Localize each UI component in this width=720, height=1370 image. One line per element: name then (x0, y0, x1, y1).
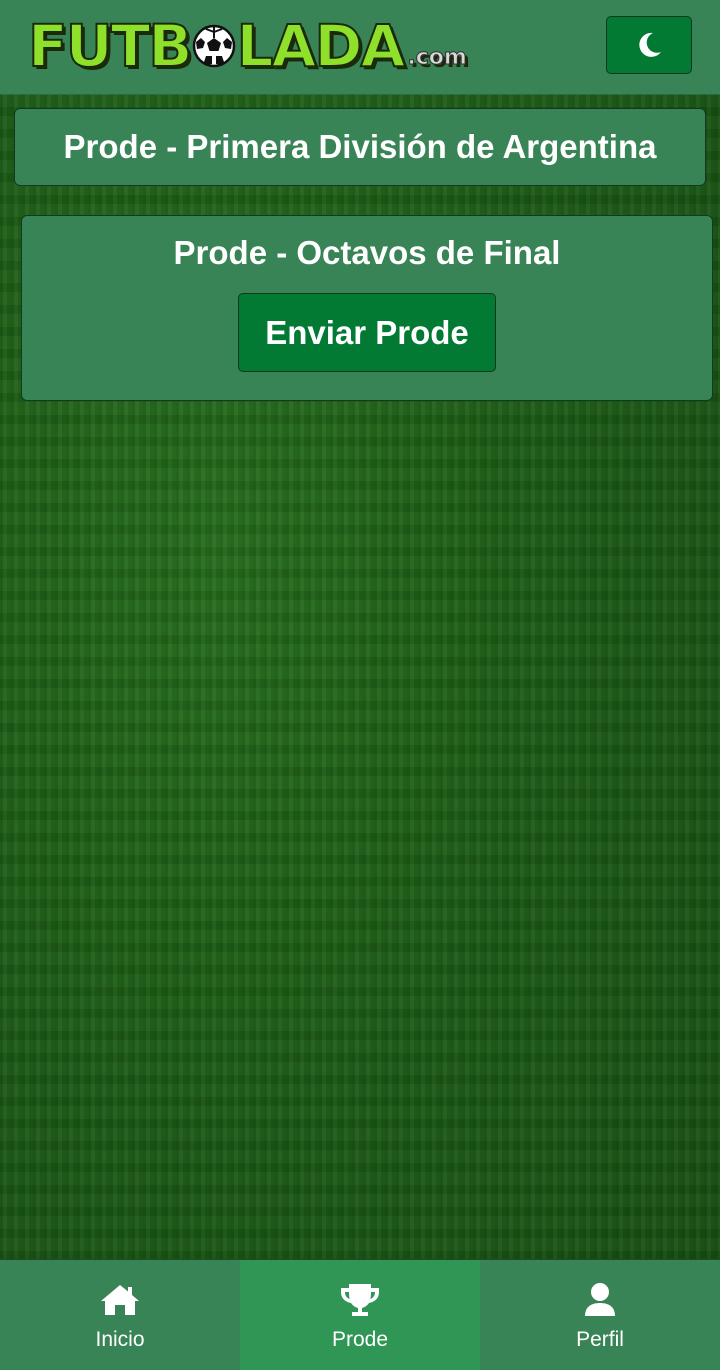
trophy-icon (341, 1284, 379, 1316)
user-icon (585, 1283, 615, 1316)
site-logo[interactable]: FUTB LADA .com (27, 8, 467, 84)
app-header: FUTB LADA .com (0, 0, 720, 95)
logo-text-right: LADA (236, 12, 407, 80)
nav-item-inicio[interactable]: Inicio (0, 1260, 240, 1370)
home-icon (101, 1285, 139, 1315)
round-title: Prode - Octavos de Final (173, 234, 561, 271)
nav-item-prode[interactable]: Prode (240, 1260, 480, 1370)
logo-wordmark: FUTB LADA .com (27, 12, 467, 80)
league-title-card: Prode - Primera División de Argentina (14, 108, 706, 186)
page-title: Prode - Primera División de Argentina (63, 128, 657, 165)
nav-label-prode: Prode (331, 1328, 389, 1351)
round-card: Prode - Octavos de Final Enviar Prode (21, 215, 713, 401)
bottom-navigation: Inicio Prode Perfil (0, 1259, 720, 1370)
soccer-ball-icon (192, 24, 235, 68)
nav-label-perfil: Perfil (576, 1328, 624, 1351)
nav-item-perfil[interactable]: Perfil (480, 1260, 720, 1370)
theme-toggle-button[interactable] (606, 16, 692, 74)
nav-label-inicio: Inicio (95, 1328, 145, 1351)
logo-suffix: .com (407, 45, 467, 70)
moon-icon (639, 32, 661, 57)
send-prode-button[interactable]: Enviar Prode (238, 293, 496, 372)
logo-text-left: FUTB (27, 12, 193, 80)
